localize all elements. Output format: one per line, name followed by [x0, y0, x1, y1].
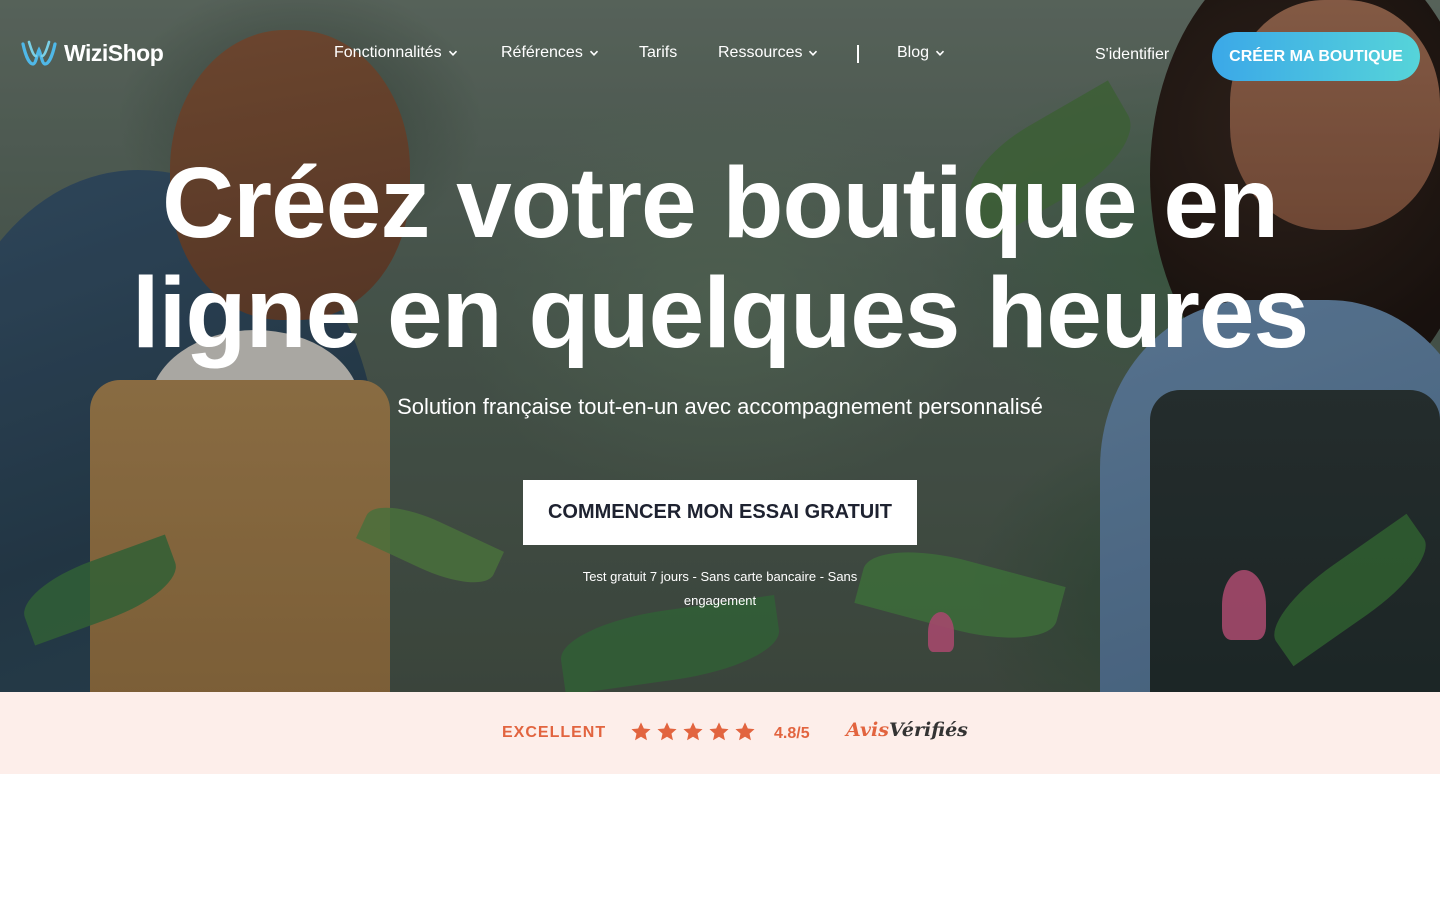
wizishop-w-logo-icon: [21, 40, 57, 66]
nav-separator: [857, 45, 859, 63]
star-icon: [657, 722, 677, 741]
rating-label: EXCELLENT: [502, 724, 607, 741]
nav-item-label: Références: [501, 44, 583, 61]
star-icon: [735, 722, 755, 741]
rating-stars: [630, 721, 756, 743]
chevron-down-icon: [589, 50, 598, 56]
create-shop-button[interactable]: CRÉER MA BOUTIQUE: [1212, 32, 1420, 81]
chevron-down-icon: [935, 50, 945, 56]
nav-item-ressources[interactable]: Ressources: [718, 44, 818, 62]
hero-headline-line2: ligne en quelques heures: [131, 257, 1309, 369]
nav-item-references[interactable]: Références: [501, 44, 599, 62]
hero-headline-line1: Créez votre boutique en: [161, 147, 1279, 259]
hero-section: WiziShop Fonctionnalités Références Tari…: [0, 0, 1440, 692]
nav-item-label: Ressources: [718, 44, 803, 61]
star-icon: [709, 722, 729, 741]
brand-part1: Avis: [846, 719, 889, 741]
star-icon: [683, 722, 703, 741]
nav-item-blog[interactable]: Blog: [897, 44, 945, 62]
brand-part2: Vérifiés: [888, 719, 968, 741]
rating-score: 4.8/5: [774, 725, 810, 742]
nav-item-fonctionnalites[interactable]: Fonctionnalités: [334, 44, 458, 62]
chevron-down-icon: [448, 50, 457, 56]
chevron-down-icon: [809, 50, 818, 56]
nav-item-label: Fonctionnalités: [334, 44, 442, 61]
nav-item-label: Blog: [897, 44, 930, 61]
signin-link[interactable]: S'identifier: [1095, 46, 1169, 64]
top-navigation: WiziShop Fonctionnalités Références Tari…: [0, 0, 1440, 110]
star-icon: [631, 722, 651, 741]
start-free-trial-button[interactable]: COMMENCER MON ESSAI GRATUIT: [523, 480, 917, 545]
avis-verifies-logo[interactable]: AvisVérifiés: [846, 719, 968, 741]
trial-note: Test gratuit 7 jours - Sans carte bancai…: [582, 569, 858, 608]
nav-item-tarifs[interactable]: Tarifs: [639, 44, 677, 62]
logo-text: WiziShop: [64, 39, 164, 66]
hero-headline: Créez votre boutique en ligne en quelque…: [0, 148, 1440, 368]
nav-item-label: Tarifs: [639, 44, 678, 61]
wizishop-logo[interactable]: WiziShop: [20, 38, 164, 68]
hero-subheadline: Solution française tout-en-un avec accom…: [397, 394, 1043, 419]
